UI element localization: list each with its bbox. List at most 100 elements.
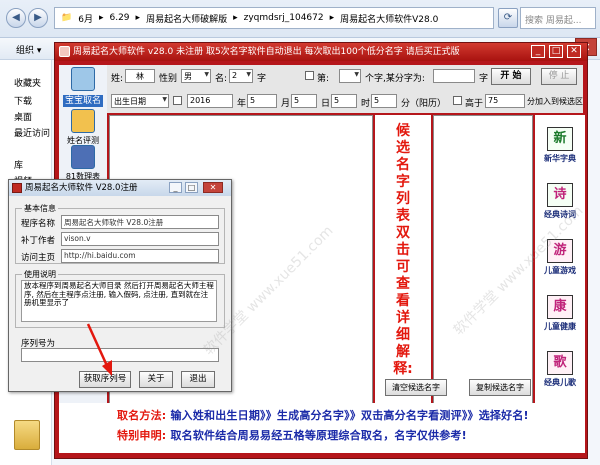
- gender-select[interactable]: 男: [181, 69, 211, 83]
- tool-label: 儿童健康: [544, 322, 576, 331]
- notice-line: 特别申明: 取名软件结合周易易经五格等原理综合取名，名字仅供参考!: [117, 427, 467, 443]
- form-panel: 姓: 林 性别 男 名: 2 字 第: 个字,某分字为: 字 开 始 停 止 出…: [107, 65, 583, 113]
- evaluation-icon: [71, 109, 95, 133]
- author-label: 补丁作者: [21, 236, 56, 246]
- maximize-icon[interactable]: □: [549, 45, 563, 58]
- hour-label: 时: [361, 99, 371, 109]
- dialog-title-text: 周易起名大师软件 V28.0注册: [25, 183, 138, 193]
- position-label: 第:: [317, 74, 330, 84]
- author-field[interactable]: vison.v: [61, 232, 219, 246]
- search-input[interactable]: 搜索 周易起...: [520, 7, 596, 29]
- minute-input[interactable]: 5: [371, 94, 397, 108]
- surname-input[interactable]: 林: [125, 69, 155, 83]
- exit-button[interactable]: 退出: [181, 371, 215, 388]
- surname-label: 姓:: [111, 74, 124, 84]
- group-title: 使用说明: [22, 269, 58, 280]
- birth-type-select[interactable]: 出生日期: [111, 94, 169, 108]
- method-key: 取名方法:: [117, 409, 167, 422]
- month-input[interactable]: 5: [247, 94, 277, 108]
- homepage-label: 访问主页: [21, 253, 56, 263]
- app-title-text: 周易起名大师软件 v28.0 未注册 取5次名字软件自动退出 每次取出100个低…: [73, 47, 460, 57]
- fixed-char-input[interactable]: [433, 69, 475, 83]
- minimize-icon[interactable]: _: [169, 182, 182, 193]
- app-logo-icon: [59, 46, 70, 57]
- app-title: 周易起名大师软件 v28.0 未注册 取5次名字软件自动退出 每次取出100个低…: [55, 43, 587, 61]
- birth-checkbox[interactable]: [173, 96, 182, 105]
- group-title: 基本信息: [22, 203, 58, 214]
- maximize-icon[interactable]: □: [185, 182, 198, 193]
- tool-label: 儿童游戏: [544, 266, 576, 275]
- hour-input[interactable]: 5: [331, 94, 357, 108]
- health-icon: 康: [547, 295, 573, 319]
- day-label: 日: [321, 99, 331, 109]
- folder-icon: 📁: [61, 13, 73, 23]
- breadcrumb-item[interactable]: zyqmdsrj_104672: [244, 13, 324, 23]
- folder-icon[interactable]: [14, 420, 40, 450]
- tab-baby-naming[interactable]: 宝宝取名: [61, 67, 105, 107]
- higher-label: 高于: [465, 99, 484, 109]
- songs-tool[interactable]: 歌 经典儿歌: [540, 351, 580, 388]
- day-input[interactable]: 5: [291, 94, 317, 108]
- breadcrumb[interactable]: 📁 6月 ▸ 6.29 ▸ 周易起名大师破解版 ▸ zyqmdsrj_104672 ▸ …: [54, 7, 494, 29]
- tool-label: 经典儿歌: [544, 378, 576, 387]
- breadcrumb-item[interactable]: 6.29: [109, 13, 129, 23]
- notice-text: 取名软件结合周易易经五格等原理综合取名，名字仅供参考!: [170, 429, 467, 442]
- usage-text[interactable]: 放本程序到周易起名大师目录 然后打开周易起名大师主程序, 然后在主程序点注册, …: [21, 280, 217, 322]
- tab-label: 宝宝取名: [62, 95, 103, 107]
- copy-candidates-button[interactable]: 复制候选名字: [469, 379, 531, 396]
- name-label: 名:: [215, 74, 228, 84]
- position-select[interactable]: [339, 69, 361, 83]
- program-label: 程序名称: [21, 219, 56, 229]
- nav-item-recent[interactable]: 最近访问: [14, 126, 50, 139]
- close-icon[interactable]: ✕: [567, 45, 581, 58]
- table-icon: [71, 145, 95, 169]
- clear-candidates-button[interactable]: 清空候选名字: [385, 379, 447, 396]
- health-tool[interactable]: 康 儿童健康: [540, 295, 580, 332]
- organize-menu[interactable]: 组织 ▾: [16, 43, 41, 56]
- serial-field[interactable]: [21, 348, 219, 362]
- refresh-icon[interactable]: ⟳: [498, 8, 518, 28]
- tab-name-evaluation[interactable]: 姓名评测: [61, 109, 105, 146]
- get-serial-button[interactable]: 获取序列号: [79, 371, 131, 388]
- program-name-field[interactable]: 周易起名大师软件 V28.0注册: [61, 215, 219, 229]
- dictionary-icon: 新: [547, 127, 573, 151]
- gender-label: 性别: [159, 74, 178, 84]
- candidate-hint: 候选名字列表双击可查看详细解释:: [391, 123, 415, 378]
- nav-item-favorites[interactable]: 收藏夹: [14, 76, 41, 89]
- stop-button[interactable]: 停 止: [541, 68, 577, 85]
- address-bar: ◀ ▶ 📁 6月 ▸ 6.29 ▸ 周易起名大师破解版 ▸ zyqmdsrj_1046…: [0, 0, 600, 38]
- position-suffix-label: 个字,某分字为:: [365, 74, 425, 84]
- nav-item-desktop[interactable]: 桌面: [14, 110, 32, 123]
- year-label: 年: [237, 99, 247, 109]
- back-icon[interactable]: ◀: [6, 8, 26, 28]
- threshold-suffix-label: 分加入到候选区: [527, 97, 583, 106]
- dialog-logo-icon: [12, 183, 22, 193]
- higher-checkbox[interactable]: [453, 96, 462, 105]
- name-unit-label: 字: [257, 74, 267, 84]
- breadcrumb-item[interactable]: 周易起名大师破解版: [146, 12, 227, 25]
- start-button[interactable]: 开 始: [491, 68, 531, 85]
- homepage-field[interactable]: http://hi.baidu.com: [61, 249, 219, 263]
- tool-label: 新华字典: [544, 154, 576, 163]
- breadcrumb-item[interactable]: 周易起名大师软件V28.0: [340, 12, 438, 25]
- about-button[interactable]: 关于: [139, 371, 173, 388]
- char-label: 字: [479, 74, 489, 84]
- minimize-icon[interactable]: _: [531, 45, 545, 58]
- nav-item-downloads[interactable]: 下载: [14, 94, 32, 107]
- close-icon[interactable]: ✕: [203, 182, 223, 193]
- method-line: 取名方法: 输入姓和出生日期》》生成高分名字》》双击高分名字看测评》》选择好名!: [117, 407, 529, 423]
- name-count-select[interactable]: 2: [229, 69, 253, 83]
- year-input[interactable]: 2016: [187, 94, 233, 108]
- info-panel: 取名方法: 输入姓和出生日期》》生成高分名字》》双击高分名字看测评》》选择好名!…: [59, 403, 585, 453]
- tools-bar: 新 新华字典 诗 经典诗词 游 儿童游戏 康 儿童健康 歌 经典儿歌: [535, 115, 585, 405]
- breadcrumb-item[interactable]: 6月: [78, 12, 93, 25]
- dictionary-tool[interactable]: 新 新华字典: [540, 127, 580, 164]
- score-threshold-input[interactable]: 75: [485, 94, 525, 108]
- method-text: 输入姓和出生日期》》生成高分名字》》双击高分名字看测评》》选择好名!: [170, 409, 529, 422]
- nav-item-library[interactable]: 库: [14, 158, 23, 171]
- forward-icon[interactable]: ▶: [28, 8, 48, 28]
- position-checkbox[interactable]: [305, 71, 314, 80]
- month-label: 月: [281, 99, 291, 109]
- tab-81-numbers[interactable]: 81数理表: [61, 145, 105, 182]
- registration-dialog: 周易起名大师软件 V28.0注册 _ □ ✕ 基本信息 程序名称 周易起名大师软…: [8, 179, 232, 392]
